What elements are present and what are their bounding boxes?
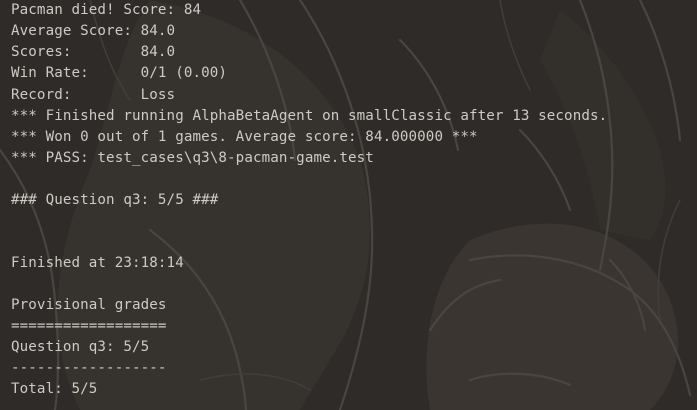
terminal-line: ------------------ — [11, 360, 167, 376]
terminal-line: Record: Loss — [11, 87, 176, 103]
terminal-line: Question q3: 5/5 — [11, 339, 150, 355]
terminal-line: Finished at 23:18:14 — [11, 255, 184, 271]
terminal-line: Total: 5/5 — [11, 381, 98, 397]
terminal-line: ### Question q3: 5/5 ### — [11, 192, 219, 208]
terminal-line: *** Won 0 out of 1 games. Average score:… — [11, 129, 478, 145]
terminal-line: *** PASS: test_cases\q3\8-pacman-game.te… — [11, 150, 374, 166]
terminal-line: Win Rate: 0/1 (0.00) — [11, 65, 228, 81]
terminal-line: *** Finished running AlphaBetaAgent on s… — [11, 108, 608, 124]
terminal-line: Pacman died! Score: 84 — [11, 2, 202, 18]
terminal-line: Provisional grades — [11, 297, 167, 313]
terminal-line: ================== — [11, 318, 167, 334]
terminal-line: Average Score: 84.0 — [11, 23, 176, 39]
terminal-line: Scores: 84.0 — [11, 44, 176, 60]
terminal-output: Pacman died! Score: 84 Average Score: 84… — [0, 0, 697, 410]
